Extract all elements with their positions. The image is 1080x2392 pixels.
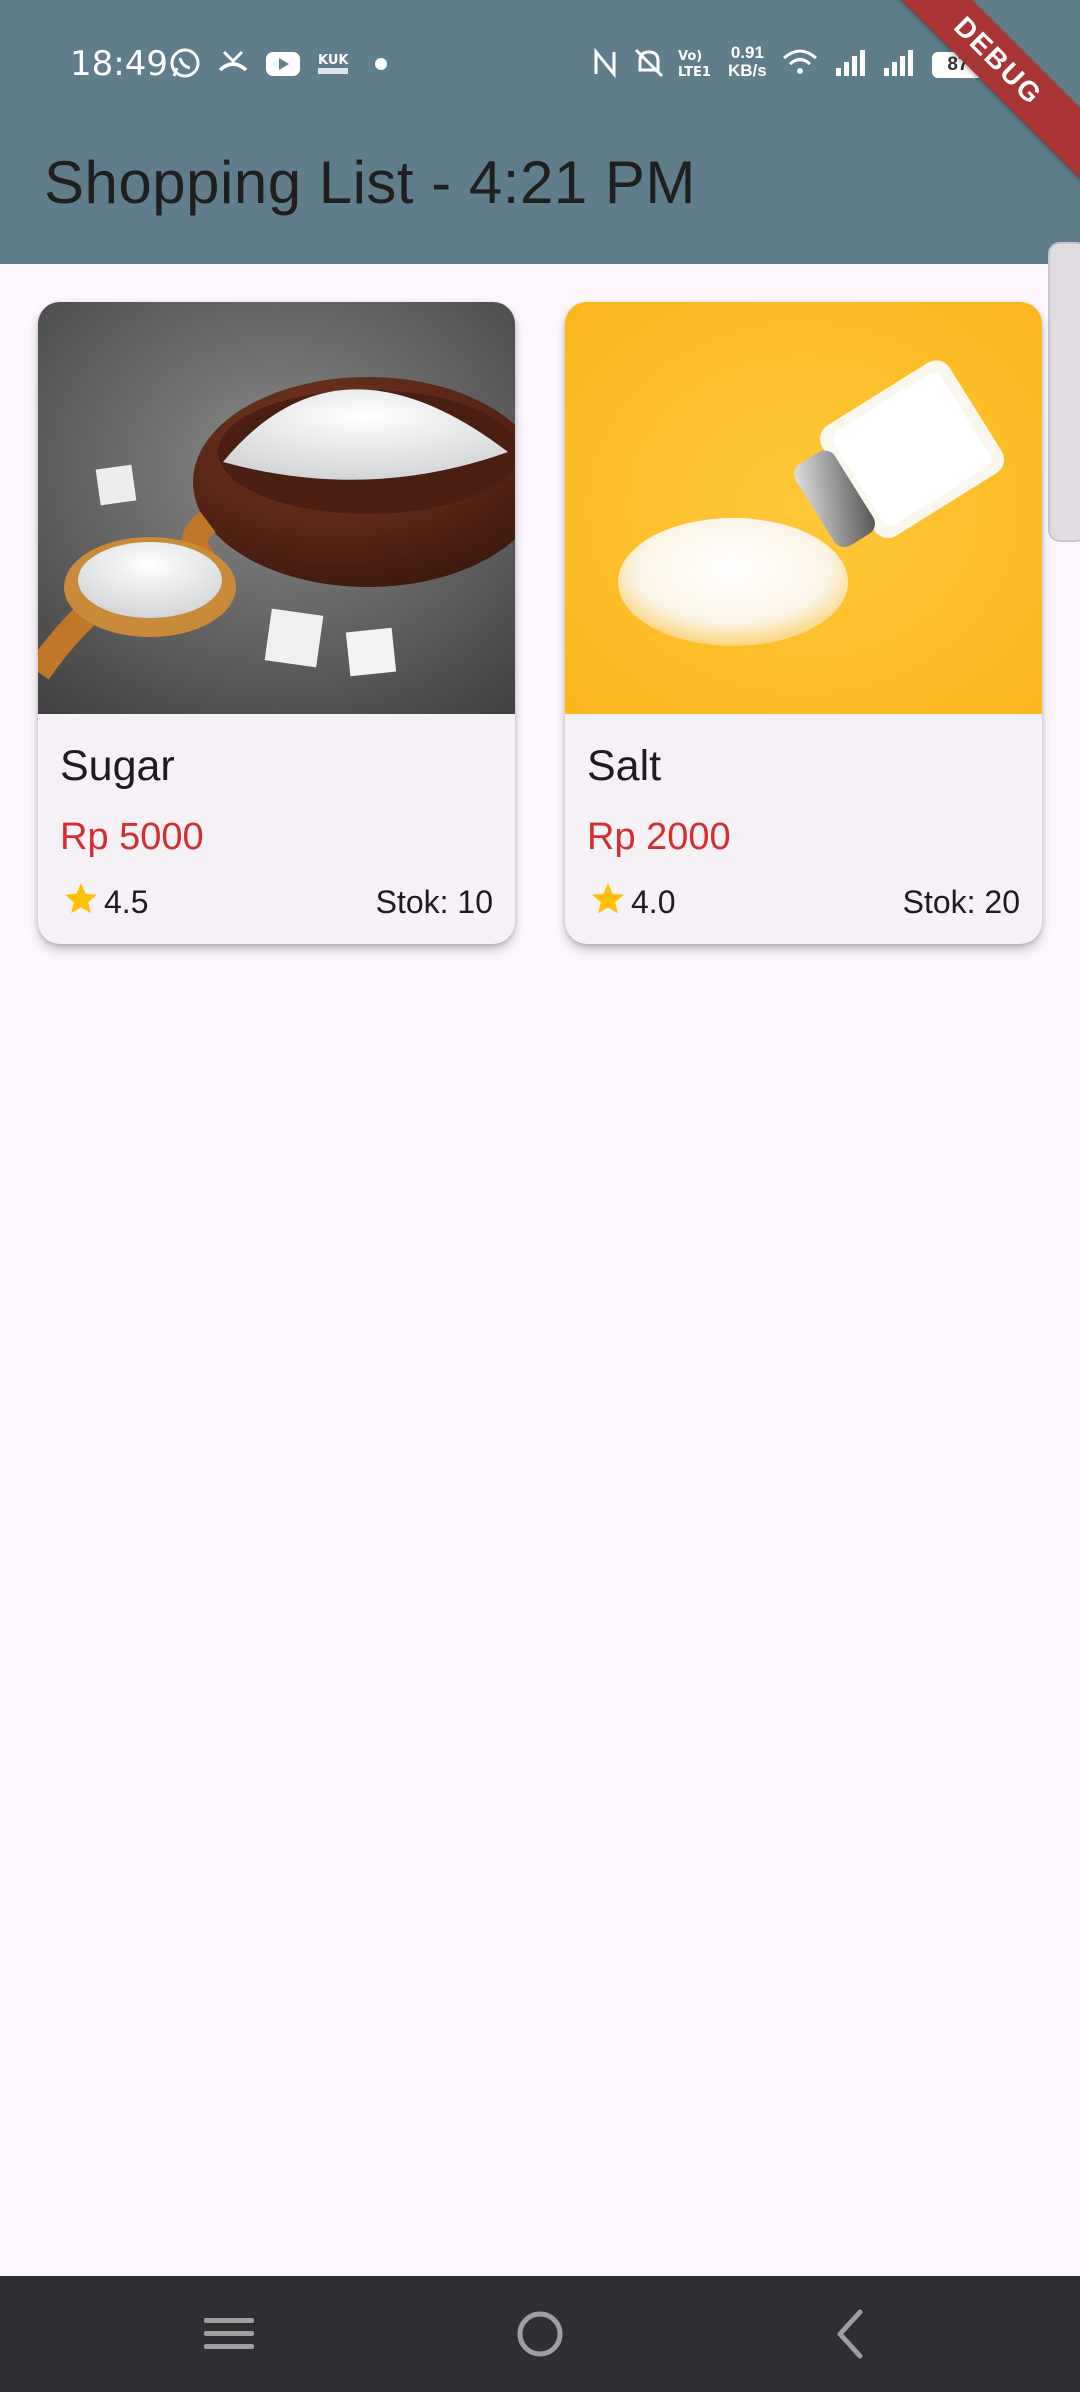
volte-lte-icon: Vo) LTE1 (678, 49, 711, 80)
product-card-salt[interactable]: Salt Rp 2000 4.0 Stok: 20 (565, 302, 1042, 944)
sugar-bowl-photo (38, 302, 515, 714)
signal-icon (884, 50, 913, 76)
page-title: Shopping List - 4:21 PM (44, 149, 696, 216)
product-price: Rp 2000 (587, 816, 731, 858)
notification-dot-icon (375, 58, 387, 70)
product-stock: Stok: 10 (375, 884, 493, 920)
svg-text:Vo): Vo) (678, 49, 702, 64)
network-speed: 0.91 KB/s (728, 44, 767, 80)
svg-text:LTE1: LTE1 (678, 65, 711, 80)
product-rating: 4.5 (104, 884, 149, 920)
salt-shaker-photo (565, 302, 1042, 714)
product-stock: Stok: 20 (902, 884, 1020, 920)
bell-off-icon (634, 48, 664, 78)
scrollbar[interactable] (1048, 242, 1080, 542)
svg-text:KUK: KUK (318, 53, 349, 68)
signal-icon (836, 50, 865, 76)
product-name: Sugar (60, 742, 175, 790)
product-price: Rp 5000 (60, 816, 204, 858)
top-app-bar: 18:49 KUK Vo) LTE1 0.91 KB/s 87 Shopping… (0, 0, 1080, 264)
product-card-sugar[interactable]: Sugar Rp 5000 4.5 Stok: 10 (38, 302, 515, 944)
system-nav-bar (0, 2276, 1080, 2392)
home-icon[interactable] (505, 2304, 575, 2364)
youtube-icon (266, 52, 300, 76)
status-bar: 18:49 KUK Vo) LTE1 0.91 KB/s 87 (0, 0, 1080, 130)
status-time: 18:49 (70, 44, 168, 84)
product-name: Salt (587, 742, 662, 790)
speed-value: 0.91 (730, 43, 764, 62)
wifi-icon (783, 49, 817, 74)
back-icon[interactable] (816, 2304, 886, 2364)
product-rating: 4.0 (631, 884, 676, 920)
nfc-icon (594, 47, 616, 79)
missed-call-icon (218, 50, 248, 72)
whatsapp-icon (170, 48, 200, 78)
speed-unit: KB/s (728, 61, 767, 80)
menu-icon[interactable] (194, 2304, 264, 2364)
kuk-app-icon: KUK (318, 53, 349, 74)
star-icon (592, 883, 624, 914)
star-icon (65, 883, 97, 914)
